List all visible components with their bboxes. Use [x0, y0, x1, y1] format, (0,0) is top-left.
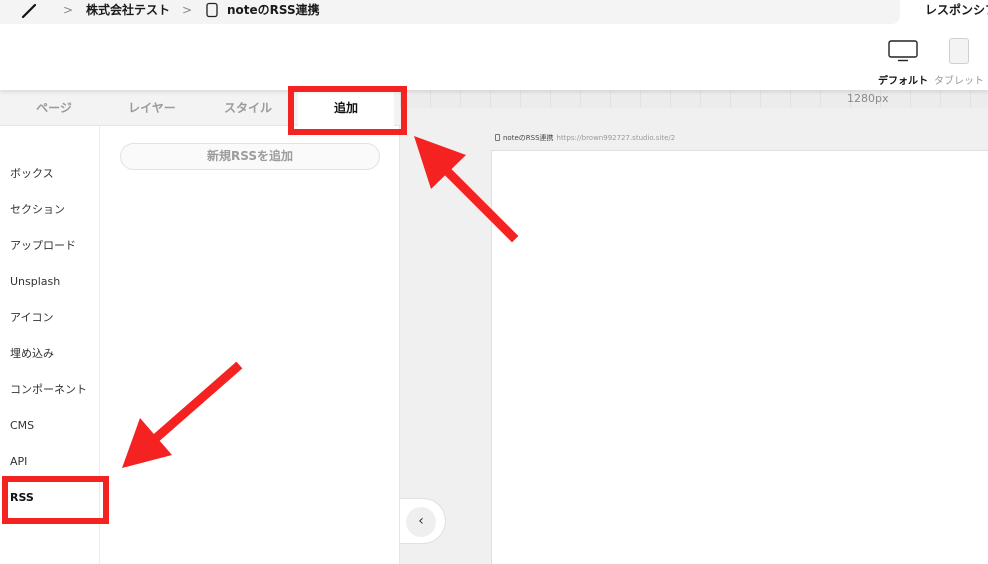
category-section[interactable]: セクション [10, 202, 65, 218]
width-ruler: 1280px [400, 90, 988, 108]
breadcrumb-page[interactable]: noteのRSS連携 [227, 2, 320, 18]
panel-collapse-tab: ‹ [400, 498, 446, 544]
tab-style[interactable]: スタイル [200, 90, 296, 126]
canvas-area: 1280px noteのRSS連携 https://brown992727.stu… [400, 90, 988, 564]
device-default-label: デフォルト [878, 76, 928, 87]
site-url: https://brown992727.studio.site/2 [556, 134, 676, 142]
chevron-left-icon[interactable]: ‹ [406, 507, 436, 537]
site-preview-tab[interactable]: noteのRSS連携 https://brown992727.studio.sit… [495, 133, 675, 143]
responsive-label[interactable]: レスポンシブ [925, 2, 988, 18]
document-icon [495, 134, 500, 141]
tab-page[interactable]: ページ [6, 90, 102, 126]
category-cms[interactable]: CMS [10, 418, 34, 434]
page-icon [206, 2, 218, 18]
category-upload[interactable]: アップロード [10, 238, 76, 254]
device-tablet-button[interactable]: タブレット [932, 38, 988, 87]
pen-icon[interactable] [20, 2, 38, 20]
breadcrumb-separator: > [182, 3, 193, 17]
canvas-width-label: 1280px [847, 92, 889, 105]
category-api[interactable]: API [10, 454, 27, 470]
breadcrumb: > 株式会社テスト > noteのRSS連携 [0, 0, 900, 24]
breadcrumb-company[interactable]: 株式会社テスト [86, 2, 170, 18]
category-box[interactable]: ボックス [10, 166, 54, 182]
site-title: noteのRSS連携 [503, 134, 554, 142]
category-embed[interactable]: 埋め込み [10, 346, 54, 362]
breadcrumb-separator: > [63, 3, 74, 17]
annotation-box-add-tab [288, 86, 407, 135]
top-bar: > 株式会社テスト > noteのRSS連携 レスポンシブ デフォルト タブレッ… [0, 0, 988, 90]
tablet-icon [949, 38, 969, 64]
category-unsplash[interactable]: Unsplash [10, 274, 60, 290]
site-preview-frame[interactable] [491, 150, 988, 564]
category-icon[interactable]: アイコン [10, 310, 53, 326]
category-component[interactable]: コンポーネント [10, 382, 87, 398]
monitor-icon [888, 40, 918, 62]
device-default-button[interactable]: デフォルト [874, 40, 934, 87]
device-tablet-label: タブレット [934, 76, 984, 87]
annotation-box-rss [2, 476, 109, 524]
add-rss-button[interactable]: 新規RSSを追加 [120, 143, 380, 170]
tab-layer[interactable]: レイヤー [104, 90, 200, 126]
